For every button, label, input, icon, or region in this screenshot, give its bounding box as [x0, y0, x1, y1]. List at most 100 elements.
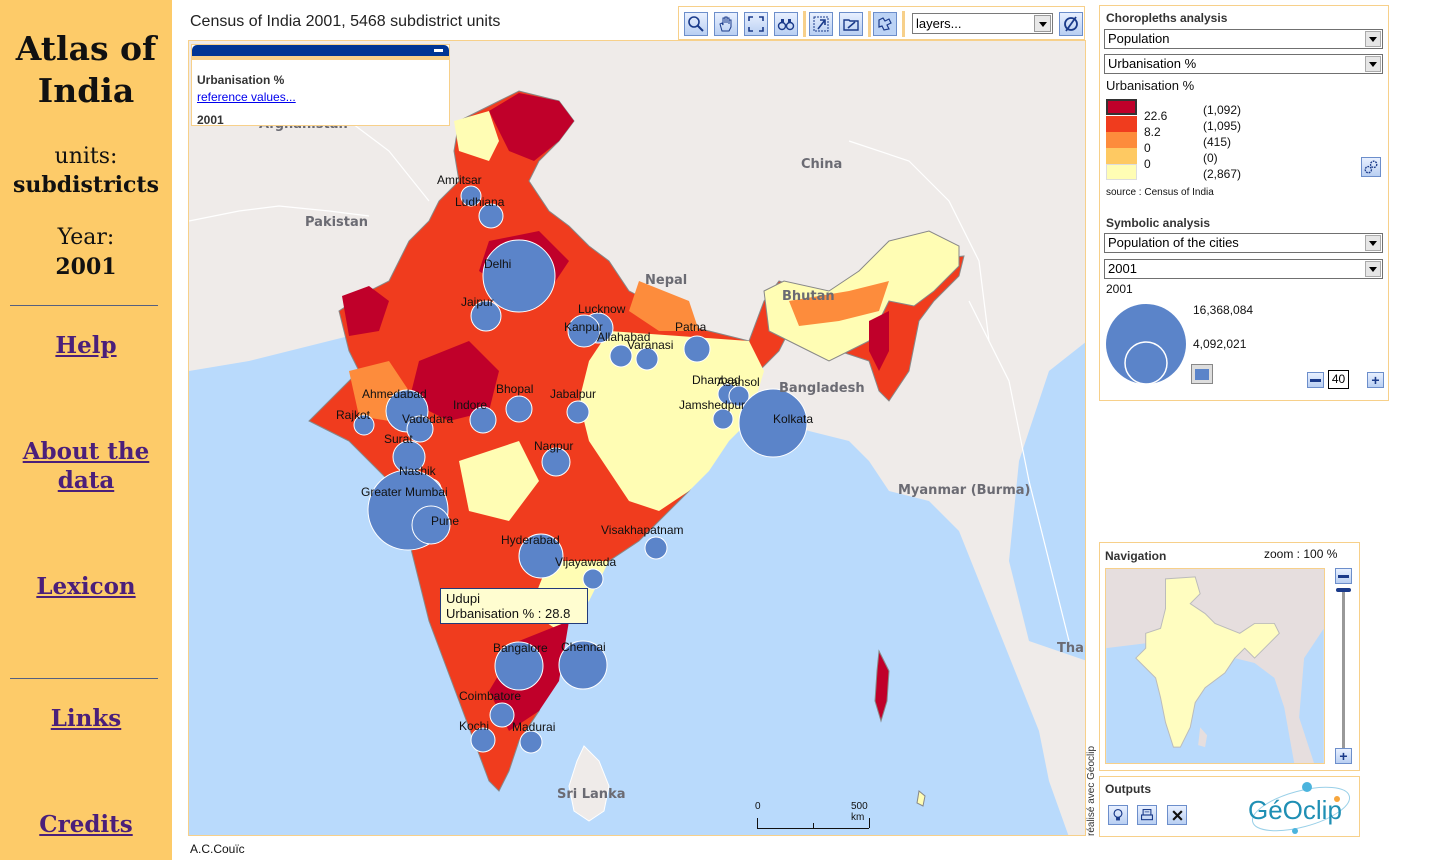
select-area-button[interactable]: [809, 12, 833, 36]
binoculars-icon: [777, 19, 795, 31]
select-area-icon: [813, 16, 829, 32]
no-symbol-icon: [1064, 16, 1078, 32]
city-label: Chennai: [561, 640, 606, 654]
country-label-bangladesh: Bangladesh: [779, 381, 865, 396]
open-folder-icon: [843, 19, 859, 31]
units-label: units:: [54, 144, 118, 169]
symbol-variable-value: Population of the cities: [1108, 235, 1239, 250]
clear-button[interactable]: [1059, 12, 1083, 36]
settings-button[interactable]: [1361, 157, 1381, 177]
country-label-pakistan: Pakistan: [305, 215, 369, 230]
city-symbol[interactable]: [712, 408, 734, 430]
city-symbol[interactable]: [566, 400, 590, 424]
city-label: Jaipur: [461, 295, 494, 309]
increase-size-button[interactable]: +: [1367, 372, 1384, 388]
open-button[interactable]: [839, 12, 863, 36]
legend-indicator-label: Urbanisation %: [1106, 78, 1195, 93]
lightbulb-icon: [1113, 808, 1123, 821]
legend-threshold: 0: [1144, 157, 1151, 171]
symbol-year-value: 2001: [1108, 261, 1137, 276]
symbol-mid-value: 4,092,021: [1193, 337, 1247, 351]
map-outline-icon: [878, 17, 892, 31]
city-label: Jamshedpur: [679, 398, 745, 412]
plus-icon: +: [1371, 372, 1380, 388]
symbol-color-picker[interactable]: [1191, 364, 1213, 384]
city-symbol[interactable]: [489, 702, 515, 728]
links-link[interactable]: Links: [0, 704, 172, 733]
chevron-down-icon[interactable]: [1365, 56, 1381, 72]
city-symbol[interactable]: [519, 730, 543, 754]
export-button[interactable]: [1108, 805, 1128, 825]
city-symbol[interactable]: [683, 335, 711, 363]
zoom-in-button[interactable]: +: [1335, 748, 1352, 764]
outputs-title: Outputs: [1105, 782, 1151, 796]
decrease-size-button[interactable]: [1307, 372, 1324, 388]
zoom-out-button[interactable]: [1335, 568, 1352, 584]
layers-select[interactable]: layers...: [912, 13, 1053, 34]
city-label: Ahmedabad: [362, 387, 427, 401]
country-label-bhutan: Bhutan: [782, 289, 835, 304]
zoom-slider-track[interactable]: [1342, 590, 1345, 752]
city-label: Coimbatore: [459, 689, 521, 703]
credits-link[interactable]: Credits: [0, 810, 172, 839]
indicator-select[interactable]: Urbanisation %: [1104, 54, 1383, 74]
units-value: subdistricts: [13, 172, 159, 198]
city-label: Asansol: [717, 375, 760, 389]
legend-class-1[interactable]: [1106, 99, 1137, 115]
legend-threshold: 0: [1144, 141, 1151, 155]
symbol-variable-select[interactable]: Population of the cities: [1104, 233, 1383, 253]
lexicon-link[interactable]: Lexicon: [0, 572, 172, 601]
country-label-nepal: Nepal: [645, 273, 688, 288]
map-outline-button[interactable]: [873, 12, 897, 36]
legend-count: (415): [1203, 135, 1232, 149]
zoom-button[interactable]: [684, 12, 708, 36]
city-symbol[interactable]: [505, 395, 533, 423]
data-source: source : Census of India: [1106, 187, 1214, 198]
reference-values-link[interactable]: reference values...: [197, 90, 296, 104]
toolbar-separator: [902, 11, 905, 37]
binoculars-button[interactable]: [774, 12, 798, 36]
legend-class-2[interactable]: [1106, 116, 1137, 132]
city-symbol[interactable]: [644, 536, 668, 560]
atlas-title: Atlas of India: [15, 29, 157, 110]
city-label: Lucknow: [578, 302, 626, 316]
map-view[interactable]: Amritsar Ludhiana Delhi Jaipur Lucknow Kanpur…: [188, 40, 1086, 836]
city-label: Rajkot: [336, 408, 371, 422]
minimize-icon[interactable]: [434, 49, 443, 52]
geoclip-logo[interactable]: GéOclip: [1245, 779, 1357, 835]
author-credit: A.C.Couïc: [190, 842, 245, 856]
legend-count: (2,867): [1203, 167, 1242, 181]
theme-select[interactable]: Population: [1104, 29, 1383, 49]
pan-hand-icon: [719, 16, 732, 32]
sidebar: Atlas of India units: subdistricts Year:…: [0, 0, 172, 860]
toolbar-separator: [868, 11, 871, 37]
close-button[interactable]: [1167, 805, 1187, 825]
overview-map[interactable]: [1105, 568, 1325, 764]
chevron-down-icon[interactable]: [1365, 261, 1381, 277]
city-label: Nagpur: [534, 439, 573, 453]
help-link[interactable]: Help: [0, 331, 172, 360]
about-data-link[interactable]: About the data: [0, 437, 172, 495]
legend-class-3[interactable]: [1106, 132, 1137, 148]
city-label: Varanasi: [627, 338, 673, 352]
symbol-size-input[interactable]: 40: [1328, 370, 1349, 389]
city-label: Nashik: [399, 464, 437, 478]
scale-start: 0: [755, 801, 761, 812]
zoom-slider-handle[interactable]: [1336, 588, 1351, 592]
legend-class-4[interactable]: [1106, 148, 1137, 164]
city-label: Vijayawada: [555, 555, 616, 569]
city-symbol[interactable]: [482, 239, 556, 313]
print-button[interactable]: [1137, 805, 1157, 825]
legend-class-5[interactable]: [1106, 164, 1137, 180]
chevron-down-icon[interactable]: [1365, 31, 1381, 47]
chevron-down-icon[interactable]: [1034, 15, 1051, 32]
map-canvas[interactable]: AmritsarLudhianaDelhiJaipur LucknowKanpur…: [189, 41, 1086, 836]
symbol-year-select[interactable]: 2001: [1104, 259, 1383, 279]
divider: [10, 678, 158, 679]
city-label: Visakhapatnam: [601, 523, 684, 537]
city-symbol[interactable]: [582, 568, 604, 590]
country-label-china: China: [801, 157, 843, 172]
pan-button[interactable]: [714, 12, 738, 36]
full-extent-button[interactable]: [744, 12, 768, 36]
chevron-down-icon[interactable]: [1365, 235, 1381, 251]
